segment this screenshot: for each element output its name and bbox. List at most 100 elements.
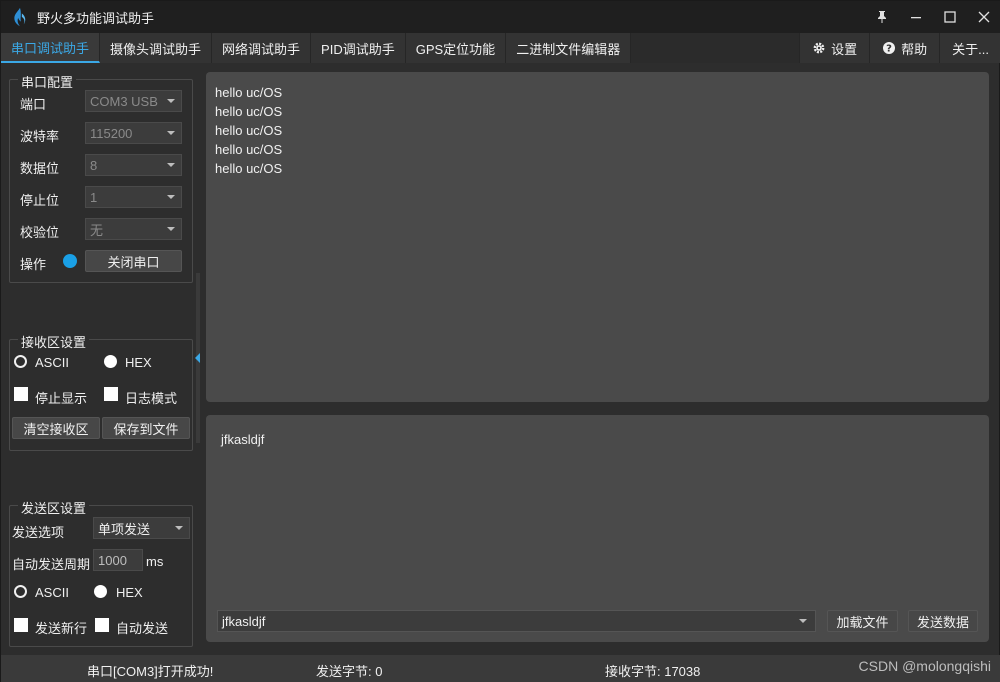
sent-bytes-counter: 发送字节: 0 [316, 664, 383, 679]
port-label: 端口 [20, 97, 47, 112]
chevron-down-icon [175, 526, 183, 530]
chevron-down-icon [167, 99, 175, 103]
collapse-arrow-icon[interactable] [195, 353, 200, 363]
tab-camera[interactable]: 摄像头调试助手 [100, 33, 213, 63]
save-to-file-button[interactable]: 保存到文件 [102, 417, 190, 439]
status-bar: 串口[COM3]打开成功! 发送字节: 0 接收字节: 17038 CSDN @… [1, 655, 1000, 682]
stop-display-checkbox[interactable] [14, 387, 28, 401]
port-status-led-icon [63, 254, 77, 268]
period-unit-label: ms [146, 554, 164, 569]
svg-text:?: ? [886, 44, 892, 55]
clear-receive-button[interactable]: 清空接收区 [12, 417, 100, 439]
serial-config-group: 串口配置 端口 COM3 USB 波特率 115200 数据位 8 停止位 1 … [9, 72, 193, 283]
settings-label: 设置 [831, 41, 858, 57]
receive-text-area[interactable]: hello uc/OS hello uc/OS hello uc/OS hell… [206, 72, 989, 402]
serial-config-title: 串口配置 [18, 72, 77, 91]
receive-line: hello uc/OS [215, 104, 283, 119]
stopbits-select[interactable]: 1 [85, 186, 182, 208]
tab-gps[interactable]: GPS定位功能 [405, 33, 507, 63]
parity-select[interactable]: 无 [85, 218, 182, 240]
send-text-area[interactable]: jfkasldjf [221, 432, 264, 447]
close-button[interactable] [967, 1, 1000, 33]
pin-button[interactable] [865, 1, 899, 33]
chevron-down-icon [167, 195, 175, 199]
auto-period-input[interactable]: 1000 [93, 549, 143, 571]
parity-value: 无 [90, 222, 104, 238]
flame-logo-icon [14, 7, 26, 27]
send-settings-group: 发送区设置 发送选项 单项发送 自动发送周期 1000 ms ASCII HEX… [9, 498, 193, 647]
log-mode-label: 日志模式 [125, 391, 178, 406]
recv-settings-title: 接收区设置 [18, 332, 90, 351]
send-settings-title: 发送区设置 [18, 498, 90, 517]
send-ascii-radio[interactable] [14, 585, 27, 598]
receive-line: hello uc/OS [215, 85, 283, 100]
about-button[interactable]: 关于... [939, 33, 1000, 63]
main-tab-bar: 串口调试助手 摄像头调试助手 网络调试助手 PID调试助手 GPS定位功能 二进… [1, 33, 1000, 63]
close-icon [978, 11, 990, 23]
send-data-button[interactable]: 发送数据 [908, 610, 978, 632]
recv-ascii-label: ASCII [35, 355, 69, 370]
help-button[interactable]: ? 帮助 [869, 33, 940, 63]
help-icon: ? [883, 42, 896, 55]
chevron-down-icon [167, 131, 175, 135]
databits-label: 数据位 [20, 161, 60, 176]
port-value: COM3 USB [90, 93, 158, 109]
send-option-select[interactable]: 单项发送 [93, 517, 190, 539]
gear-icon [813, 42, 825, 54]
load-file-button[interactable]: 加载文件 [827, 610, 898, 632]
about-label: 关于... [952, 41, 989, 57]
receive-line: hello uc/OS [215, 142, 283, 157]
baud-label: 波特率 [20, 129, 60, 144]
send-panel: jfkasldjf jfkasldjf 加载文件 发送数据 [206, 415, 989, 642]
chevron-down-icon [167, 227, 175, 231]
receive-line: hello uc/OS [215, 161, 283, 176]
stop-display-label: 停止显示 [35, 391, 88, 406]
recv-hex-label: HEX [125, 355, 152, 370]
recv-hex-radio[interactable] [104, 355, 117, 368]
send-option-label: 发送选项 [12, 525, 65, 540]
watermark-text: CSDN @molongqishi [858, 658, 991, 674]
recv-settings-group: 接收区设置 ASCII HEX 停止显示 日志模式 清空接收区 保存到文件 [9, 332, 193, 451]
databits-value: 8 [90, 157, 98, 173]
databits-select[interactable]: 8 [85, 154, 182, 176]
minimize-icon [911, 17, 921, 19]
send-ascii-label: ASCII [35, 585, 69, 600]
window-title: 野火多功能调试助手 [37, 10, 155, 26]
tab-pid[interactable]: PID调试助手 [311, 33, 406, 63]
chevron-down-icon [167, 163, 175, 167]
send-hex-label: HEX [116, 585, 143, 600]
status-message: 串口[COM3]打开成功! [87, 664, 214, 679]
auto-send-checkbox[interactable] [95, 618, 109, 632]
send-newline-checkbox[interactable] [14, 618, 28, 632]
help-label: 帮助 [901, 41, 928, 57]
minimize-button[interactable] [899, 1, 933, 33]
port-select[interactable]: COM3 USB [85, 90, 182, 112]
recv-bytes-counter: 接收字节: 17038 [605, 664, 701, 679]
close-port-button[interactable]: 关闭串口 [85, 250, 182, 272]
settings-button[interactable]: 设置 [799, 33, 870, 63]
chevron-down-icon [799, 619, 807, 623]
maximize-button[interactable] [933, 1, 967, 33]
operation-label: 操作 [20, 257, 47, 272]
title-bar: 野火多功能调试助手 [1, 1, 1000, 33]
baud-value: 115200 [90, 125, 133, 141]
send-newline-label: 发送新行 [35, 621, 88, 636]
stopbits-label: 停止位 [20, 193, 60, 208]
send-option-value: 单项发送 [98, 521, 151, 537]
tab-serial[interactable]: 串口调试助手 [1, 33, 101, 63]
send-history-select[interactable]: jfkasldjf [217, 610, 816, 632]
recv-ascii-radio[interactable] [14, 355, 27, 368]
auto-send-label: 自动发送 [116, 621, 169, 636]
receive-line: hello uc/OS [215, 123, 283, 138]
send-history-value: jfkasldjf [222, 613, 266, 629]
parity-label: 校验位 [20, 225, 60, 240]
maximize-icon [944, 11, 956, 23]
app-window: 野火多功能调试助手 串口调试助手 摄像头调试助手 网络调试助手 PID调试助手 … [0, 0, 1000, 682]
auto-period-value: 1000 [98, 552, 127, 568]
baud-select[interactable]: 115200 [85, 122, 182, 144]
log-mode-checkbox[interactable] [104, 387, 118, 401]
tab-binary-editor[interactable]: 二进制文件编辑器 [506, 33, 632, 63]
send-hex-radio[interactable] [94, 585, 107, 598]
pin-icon [878, 11, 886, 23]
tab-network[interactable]: 网络调试助手 [212, 33, 312, 63]
